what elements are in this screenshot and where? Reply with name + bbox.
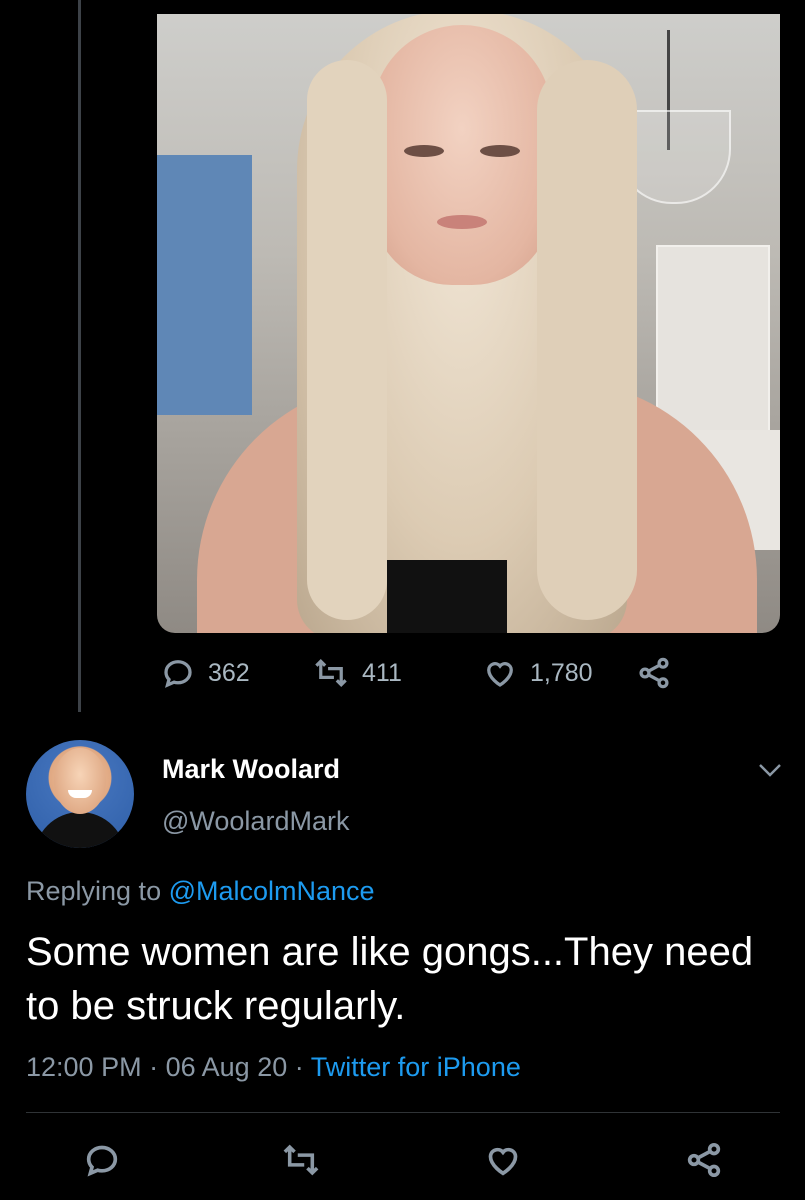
retweet-icon [315, 659, 347, 687]
reply-action[interactable]: 362 [160, 655, 250, 691]
like-count: 1,780 [530, 658, 593, 687]
actions-divider [26, 1112, 780, 1113]
replying-to-mention-link[interactable]: @MalcolmNance [169, 876, 375, 906]
heart-icon [488, 1147, 518, 1176]
avatar-body [34, 812, 126, 848]
reply-icon [164, 660, 192, 688]
meta-separator: · [294, 1052, 304, 1082]
thread-connector-line [78, 0, 81, 712]
media-person-face [372, 25, 552, 285]
tweet-source-link[interactable]: Twitter for iPhone [311, 1052, 521, 1082]
tweet-time: 12:00 PM [26, 1052, 142, 1082]
share-button[interactable] [684, 1140, 724, 1180]
tweet-metadata: 12:00 PM · 06 Aug 20 · Twitter for iPhon… [26, 1052, 521, 1083]
retweet-count: 411 [362, 658, 402, 687]
media-hair-left [307, 60, 387, 620]
media-person-top [387, 560, 507, 633]
reply-icon [86, 1145, 118, 1177]
avatar-head [54, 748, 106, 814]
media-mouth [437, 215, 487, 229]
reply-button[interactable] [82, 1140, 122, 1180]
like-action[interactable]: 1,780 [482, 655, 593, 691]
reply-count: 362 [208, 658, 250, 687]
retweet-icon [283, 1144, 319, 1176]
retweet-button[interactable] [280, 1140, 322, 1180]
chevron-down-icon[interactable] [756, 760, 784, 780]
share-action[interactable] [636, 655, 672, 691]
author-avatar[interactable] [26, 740, 134, 848]
share-icon [639, 657, 669, 689]
like-button[interactable] [483, 1140, 523, 1180]
replying-to-line: Replying to @MalcolmNance [26, 876, 375, 907]
meta-separator: · [149, 1052, 159, 1082]
retweet-action[interactable]: 411 [312, 655, 402, 691]
media-eye-right [480, 145, 520, 157]
author-handle[interactable]: @WoolardMark [162, 806, 349, 837]
media-eye-left [404, 145, 444, 157]
tweet-body-text: Some women are like gongs...They need to… [26, 930, 754, 1028]
heart-icon [487, 662, 513, 687]
replying-to-label: Replying to [26, 876, 162, 906]
author-name[interactable]: Mark Woolard [162, 754, 340, 785]
tweet-media-video[interactable] [157, 0, 780, 633]
tweet-date: 06 Aug 20 [165, 1052, 288, 1082]
media-hair-right [537, 60, 637, 620]
tweet-action-bar [0, 1140, 805, 1190]
media-top-edge [157, 0, 780, 14]
media-background-wall [157, 155, 252, 415]
share-icon [687, 1143, 721, 1177]
